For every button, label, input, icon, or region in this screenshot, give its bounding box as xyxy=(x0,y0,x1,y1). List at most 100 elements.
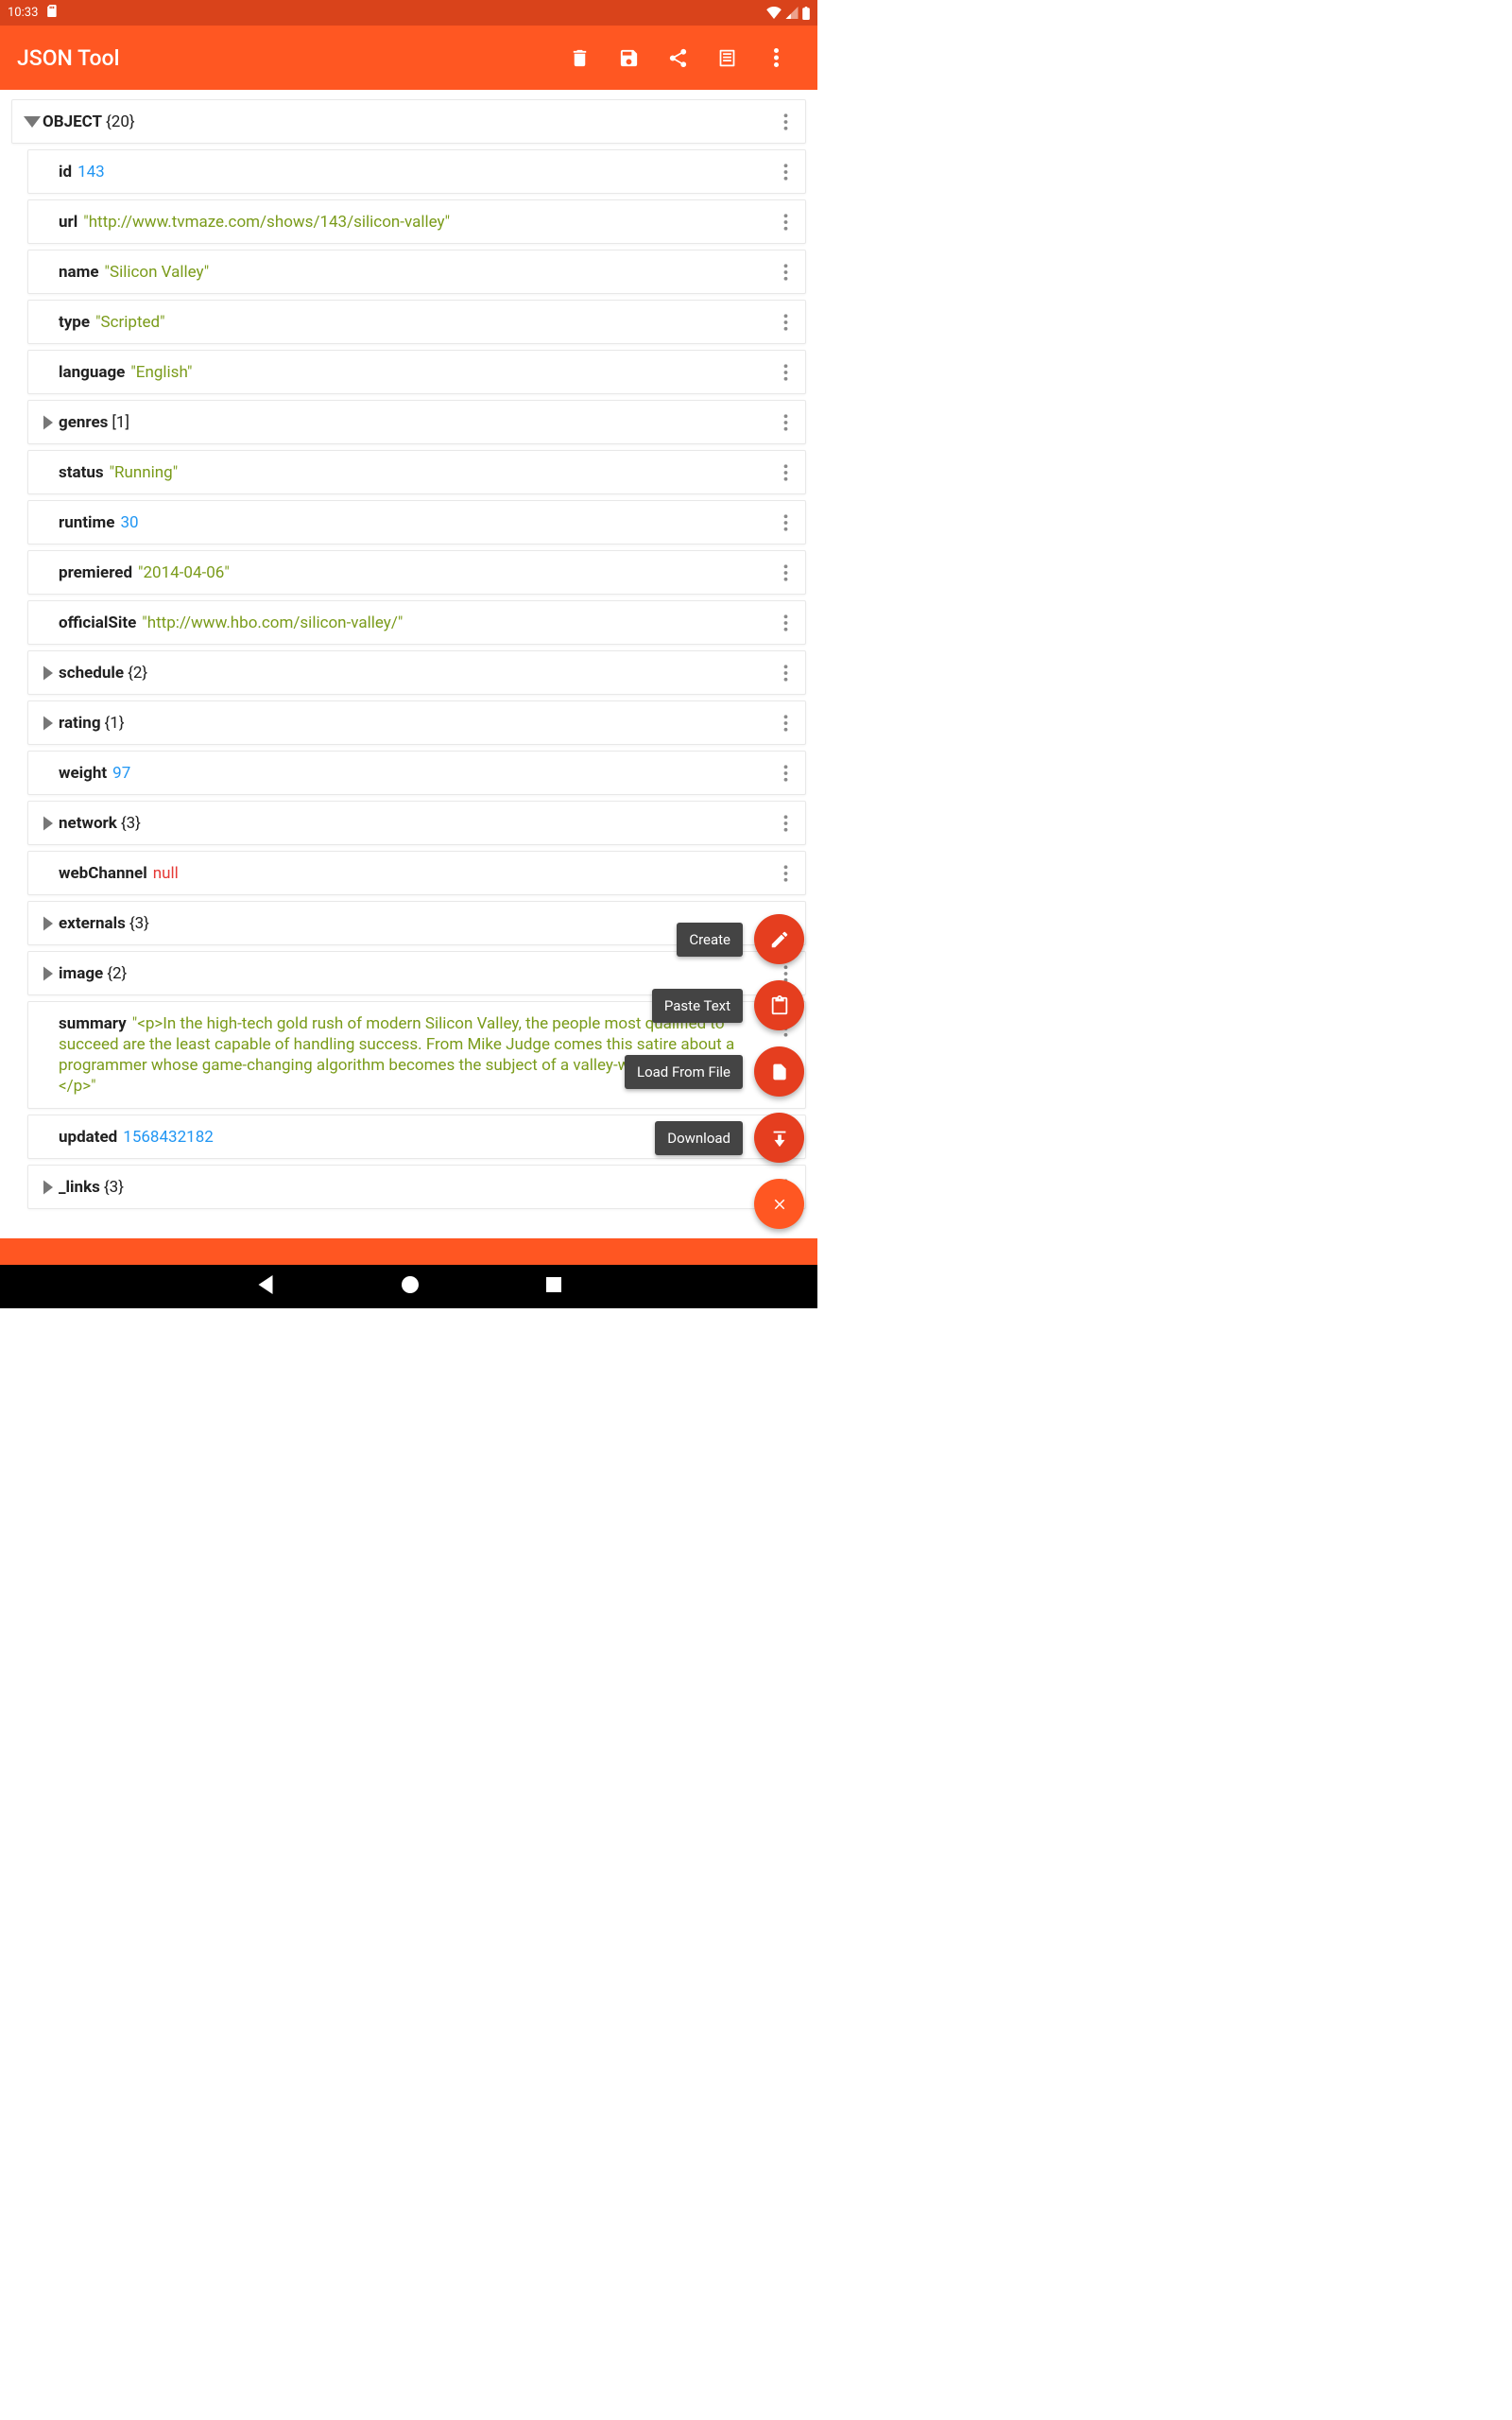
bottom-strip xyxy=(0,1238,817,1265)
row-menu-button[interactable] xyxy=(771,808,799,838)
row-menu-button[interactable] xyxy=(771,157,799,187)
property-value: "http://www.hbo.com/silicon-valley/" xyxy=(142,614,403,632)
row-menu-button[interactable] xyxy=(771,257,799,287)
property-value: "2014-04-06" xyxy=(138,563,230,582)
property-key: name xyxy=(59,263,99,282)
status-bar: 10:33 xyxy=(0,0,817,26)
row-menu-button[interactable] xyxy=(771,508,799,538)
property-value: 143 xyxy=(77,163,105,182)
row-menu-button[interactable] xyxy=(771,107,799,137)
delete-button[interactable] xyxy=(555,33,604,82)
property-row[interactable]: status"Running" xyxy=(27,450,806,494)
android-nav-bar xyxy=(0,1265,817,1308)
property-key: externals xyxy=(59,914,126,933)
property-value: null xyxy=(153,864,179,883)
property-key: updated xyxy=(59,1128,117,1147)
battery-icon xyxy=(802,7,810,20)
root-count: {20} xyxy=(106,112,135,131)
property-row[interactable]: runtime 30 xyxy=(27,500,806,544)
row-menu-button[interactable] xyxy=(771,307,799,337)
row-menu-button[interactable] xyxy=(771,758,799,788)
property-value: 30 xyxy=(120,513,138,532)
chevron-right-icon xyxy=(38,966,59,981)
save-button[interactable] xyxy=(604,33,653,82)
app-actions xyxy=(555,33,800,82)
chevron-right-icon xyxy=(38,666,59,681)
row-menu-button[interactable] xyxy=(771,558,799,588)
chevron-right-icon xyxy=(38,716,59,731)
property-count: {1} xyxy=(105,714,125,733)
property-key: language xyxy=(59,363,125,382)
row-menu-button[interactable] xyxy=(771,658,799,688)
chevron-right-icon xyxy=(38,816,59,831)
share-button[interactable] xyxy=(653,33,702,82)
chevron-right-icon xyxy=(38,415,59,430)
fab-create-button[interactable] xyxy=(754,914,804,964)
property-row[interactable]: network{3} xyxy=(27,801,806,845)
property-key: premiered xyxy=(59,563,132,582)
row-menu-button[interactable] xyxy=(771,407,799,438)
property-row[interactable]: rating{1} xyxy=(27,700,806,745)
property-key: runtime xyxy=(59,513,114,532)
fab-close-button[interactable] xyxy=(754,1179,804,1229)
fab-download-button[interactable] xyxy=(754,1113,804,1163)
property-key: image xyxy=(59,964,103,983)
row-menu-button[interactable] xyxy=(771,708,799,738)
chevron-right-icon xyxy=(38,916,59,931)
property-row[interactable]: genres[1] xyxy=(27,400,806,444)
row-menu-button[interactable] xyxy=(771,357,799,388)
root-object-row[interactable]: OBJECT {20} xyxy=(11,99,806,144)
row-menu-button[interactable] xyxy=(771,458,799,488)
property-value: 1568432182 xyxy=(123,1128,214,1147)
property-count: [1] xyxy=(112,413,129,432)
property-value: "Running" xyxy=(110,463,179,482)
property-key: summary xyxy=(59,1014,127,1033)
fab-paste-button[interactable] xyxy=(754,980,804,1030)
fab-label-paste: Paste Text xyxy=(652,989,743,1023)
property-row[interactable]: premiered "2014-04-06" xyxy=(27,550,806,595)
chevron-down-icon xyxy=(22,116,43,128)
document-button[interactable] xyxy=(702,33,751,82)
fab-label-create: Create xyxy=(677,923,743,957)
nav-home-button[interactable] xyxy=(402,1276,419,1297)
property-value: "English" xyxy=(130,363,192,382)
property-count: {3} xyxy=(121,814,141,833)
property-row[interactable]: url"http://www.tvmaze.com/shows/143/sili… xyxy=(27,199,806,244)
property-row[interactable]: language "English" xyxy=(27,350,806,394)
property-key: weight xyxy=(59,764,107,783)
content-area: OBJECT {20} id 143 url"http://www.tvmaze.c… xyxy=(0,90,817,1238)
root-label: OBJECT xyxy=(43,112,102,131)
property-key: rating xyxy=(59,714,101,733)
row-menu-button[interactable] xyxy=(771,858,799,889)
property-row[interactable]: id 143 xyxy=(27,149,806,194)
property-value: 97 xyxy=(112,764,130,783)
property-count: {2} xyxy=(128,664,147,683)
property-count: {2} xyxy=(107,964,127,983)
overflow-button[interactable] xyxy=(751,33,800,82)
nav-recent-button[interactable] xyxy=(546,1277,561,1296)
fab-label-download: Download xyxy=(655,1121,743,1155)
property-key: webChannel xyxy=(59,864,147,883)
property-row[interactable]: officialSite "http://www.hbo.com/silicon-… xyxy=(27,600,806,645)
property-row[interactable]: weight 97 xyxy=(27,751,806,795)
property-value: "http://www.tvmaze.com/shows/143/silicon… xyxy=(83,213,450,232)
fab-menu: Create Paste Text Load From File Downloa… xyxy=(625,914,804,1229)
property-key: _links xyxy=(59,1178,100,1197)
property-key: id xyxy=(59,163,72,182)
row-menu-button[interactable] xyxy=(771,608,799,638)
property-key: officialSite xyxy=(59,614,136,632)
property-key: genres xyxy=(59,413,108,432)
nav-back-button[interactable] xyxy=(257,1275,274,1298)
property-row[interactable]: type"Scripted" xyxy=(27,300,806,344)
property-key: schedule xyxy=(59,664,124,683)
property-value: "Scripted" xyxy=(95,313,165,332)
fab-load-button[interactable] xyxy=(754,1046,804,1097)
fab-label-load: Load From File xyxy=(625,1055,743,1089)
status-time: 10:33 xyxy=(8,6,38,20)
property-row[interactable]: schedule{2} xyxy=(27,650,806,695)
property-value: "Silicon Valley" xyxy=(105,263,210,282)
property-key: network xyxy=(59,814,117,833)
property-row[interactable]: webChannel null xyxy=(27,851,806,895)
property-row[interactable]: name "Silicon Valley" xyxy=(27,250,806,294)
row-menu-button[interactable] xyxy=(771,207,799,237)
